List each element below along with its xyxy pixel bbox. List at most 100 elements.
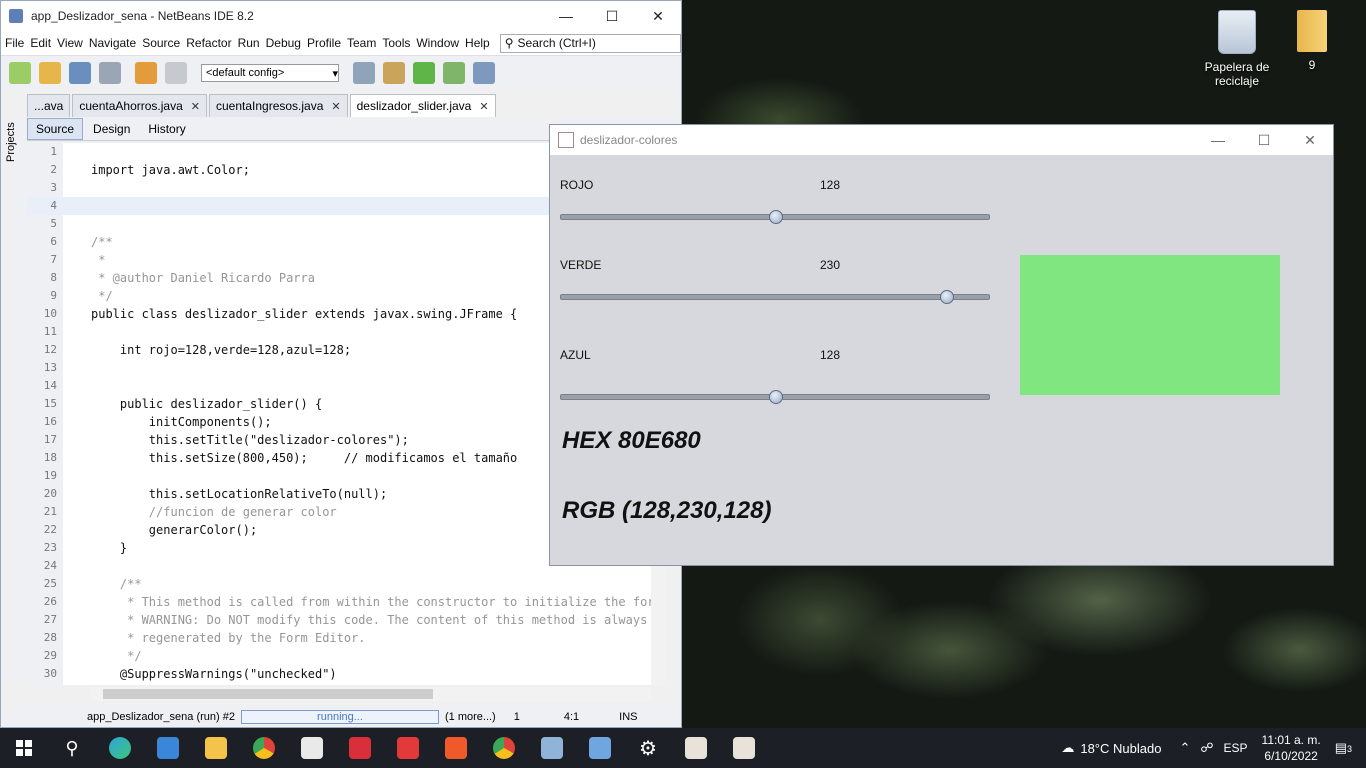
close-icon[interactable]: ✕ [1287, 125, 1333, 155]
code-line[interactable]: 30 @SuppressWarnings("unchecked") [27, 665, 651, 683]
weather-text[interactable]: 18°C Nublado [1080, 741, 1161, 756]
profile-icon[interactable] [473, 62, 495, 84]
code-line[interactable]: 26 * This method is called from within t… [27, 593, 651, 611]
debug-icon[interactable] [443, 62, 465, 84]
menu-navigate[interactable]: Navigate [89, 36, 136, 50]
minimize-icon[interactable]: — [543, 1, 589, 31]
code-line[interactable]: 29 */ [27, 647, 651, 665]
rojo-slider[interactable] [560, 210, 990, 224]
build-icon[interactable] [353, 62, 375, 84]
menu-refactor[interactable]: Refactor [186, 36, 231, 50]
tab-cuenta-ingresos[interactable]: cuentaIngresos.java ✕ [208, 94, 348, 117]
menu-profile[interactable]: Profile [307, 36, 341, 50]
java-icon[interactable] [724, 728, 764, 768]
code-line[interactable]: 25 /** [27, 575, 651, 593]
projects-side-panel[interactable]: Projects [1, 118, 25, 678]
edge-icon[interactable] [100, 728, 140, 768]
horizontal-scrollbar[interactable] [91, 687, 651, 701]
projects-tab-label[interactable]: Projects [5, 122, 17, 162]
close-tab-icon[interactable]: ✕ [331, 100, 340, 113]
store-icon[interactable] [292, 728, 332, 768]
menu-team[interactable]: Team [347, 36, 376, 50]
maximize-icon[interactable]: ☐ [589, 1, 635, 31]
azul-slider-thumb[interactable] [769, 390, 783, 404]
azul-slider[interactable] [560, 390, 990, 404]
new-file-icon[interactable] [9, 62, 31, 84]
rojo-slider-thumb[interactable] [769, 210, 783, 224]
run-icon[interactable] [413, 62, 435, 84]
chrome-profile-icon[interactable] [484, 728, 524, 768]
tab-cuenta-ahorros[interactable]: cuentaAhorros.java ✕ [72, 94, 207, 117]
recycle-bin-icon[interactable]: Papelera de reciclaje [1197, 10, 1277, 88]
clock-time: 11:01 a. m. [1261, 733, 1321, 747]
code-text: } [91, 541, 128, 555]
b-app-icon[interactable] [388, 728, 428, 768]
menu-debug[interactable]: Debug [266, 36, 301, 50]
config-select[interactable]: <default config> ▾ [201, 64, 339, 82]
netbeans-titlebar[interactable]: app_Deslizador_sena - NetBeans IDE 8.2 —… [1, 1, 681, 31]
search-icon[interactable]: ⚲ [52, 728, 92, 768]
scroll-thumb[interactable] [103, 689, 433, 699]
line-number: 2 [50, 163, 57, 176]
antivirus-icon[interactable] [340, 728, 380, 768]
menu-tools[interactable]: Tools [382, 36, 410, 50]
settings-icon[interactable]: ⚙ [628, 728, 668, 768]
more-tasks-link[interactable]: (1 more...) [445, 711, 496, 723]
menu-window[interactable]: Window [416, 36, 459, 50]
menu-run[interactable]: Run [238, 36, 260, 50]
clock[interactable]: 11:01 a. m. 6/10/2022 [1262, 732, 1321, 764]
menu-view[interactable]: View [57, 36, 83, 50]
verde-slider[interactable] [560, 290, 990, 304]
code-text: * WARNING: Do NOT modify this code. The … [91, 613, 648, 627]
close-tab-icon[interactable]: ✕ [479, 100, 488, 113]
minimize-icon[interactable]: — [1195, 125, 1241, 155]
notification-badge[interactable]: 1 [514, 711, 520, 723]
tab-deslizador-slider[interactable]: deslizador_slider.java ✕ [349, 94, 496, 117]
tab-history[interactable]: History [140, 119, 193, 139]
deslizador-titlebar[interactable]: deslizador-colores — ☐ ✕ [550, 125, 1333, 155]
save-all-icon[interactable] [99, 62, 121, 84]
line-number: 30 [43, 667, 57, 680]
weather-icon[interactable]: ☁ [1061, 740, 1074, 756]
open-project-icon[interactable] [69, 62, 91, 84]
mail-icon[interactable] [148, 728, 188, 768]
maximize-icon[interactable]: ☐ [1241, 125, 1287, 155]
network-icon[interactable]: ☍ [1200, 740, 1213, 756]
menu-source[interactable]: Source [142, 36, 180, 50]
java-icon[interactable] [676, 728, 716, 768]
3d-viewer-icon[interactable] [580, 728, 620, 768]
rojo-label: ROJO [560, 178, 594, 192]
menu-file[interactable]: File [5, 36, 24, 50]
redo-icon[interactable] [165, 62, 187, 84]
start-button[interactable] [4, 728, 44, 768]
menu-edit[interactable]: Edit [30, 36, 51, 50]
tab-design[interactable]: Design [85, 119, 138, 139]
new-project-icon[interactable] [39, 62, 61, 84]
clean-build-icon[interactable] [383, 62, 405, 84]
line-number: 29 [43, 649, 57, 662]
file-explorer-icon[interactable] [196, 728, 236, 768]
menu-help[interactable]: Help [465, 36, 490, 50]
language-indicator[interactable]: ESP [1224, 741, 1248, 755]
tab-file-ava[interactable]: ...ava [27, 94, 71, 117]
insert-mode: INS [619, 711, 638, 723]
undo-icon[interactable] [135, 62, 157, 84]
search-input[interactable]: ⚲ Search (Ctrl+I) [499, 33, 681, 53]
config-value: <default config> [206, 67, 285, 79]
code-line[interactable]: 28 * regenerated by the Form Editor. [27, 629, 651, 647]
tab-source[interactable]: Source [27, 118, 84, 140]
code-line[interactable]: 27 * WARNING: Do NOT modify this code. T… [27, 611, 651, 629]
brave-icon[interactable] [436, 728, 476, 768]
code-text: public class deslizador_slider extends j… [91, 307, 518, 321]
chevron-up-icon[interactable]: ⌃ [1179, 740, 1190, 756]
verde-slider-thumb[interactable] [940, 290, 955, 304]
notification-center-icon[interactable]: ▤3 [1335, 740, 1352, 756]
code-text: this.setTitle("deslizador-colores"); [91, 433, 409, 447]
chrome-icon[interactable] [244, 728, 284, 768]
line-number: 1 [50, 145, 57, 158]
close-icon[interactable]: ✕ [635, 1, 681, 31]
notes-icon[interactable] [532, 728, 572, 768]
folder-icon[interactable]: 9 [1272, 10, 1352, 72]
close-tab-icon[interactable]: ✕ [191, 100, 200, 113]
code-text: public deslizador_slider() { [91, 397, 323, 411]
